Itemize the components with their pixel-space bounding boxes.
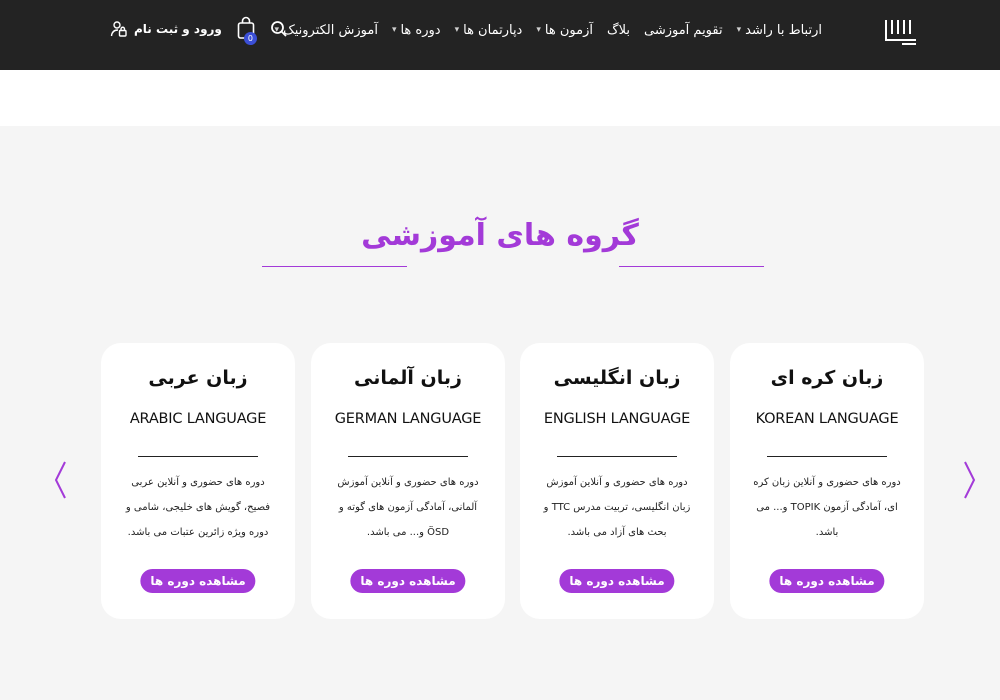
- nav-item-blog[interactable]: بلاگ: [607, 18, 630, 42]
- nav-item-calendar[interactable]: تقویم آموزشی: [644, 18, 723, 42]
- card-title: زبان آلمانی: [354, 367, 462, 389]
- chevron-right-icon[interactable]: [963, 460, 977, 500]
- nav-item-e-learning[interactable]: آموزش الکترونیک ▾: [275, 18, 378, 42]
- chevron-down-icon: ▾: [454, 25, 460, 35]
- header-actions: ورود و ثبت نام 0: [110, 16, 288, 45]
- card-divider: [348, 456, 468, 457]
- card-description: دوره های حضوری و آنلاین زبان کره ای، آما…: [753, 477, 901, 538]
- card-description: دوره های حضوری و آنلاین آموزش آلمانی، آم…: [337, 477, 479, 538]
- main-nav: آموزش الکترونیک ▾ دوره ها ▾ دپارتمان ها …: [275, 18, 822, 42]
- course-group-card-arabic: زبان عربی ARABIC LANGUAGE دوره های حضوری…: [101, 343, 295, 619]
- nav-item-contact[interactable]: ارتباط با راشد ▾: [737, 18, 822, 42]
- hero-strip: [0, 70, 1000, 126]
- card-subtitle: GERMAN LANGUAGE: [334, 411, 482, 427]
- chevron-down-icon: ▾: [736, 25, 742, 35]
- chevron-down-icon: ▾: [536, 25, 541, 35]
- chevron-left-icon[interactable]: [53, 460, 67, 500]
- view-courses-button[interactable]: مشاهده دوره ها: [559, 569, 675, 593]
- top-navbar: آموزش الکترونیک ▾ دوره ها ▾ دپارتمان ها …: [0, 0, 1000, 70]
- card-divider: [557, 456, 677, 457]
- title-divider-right: [619, 266, 764, 267]
- card-title: زبان عربی: [148, 367, 248, 389]
- view-courses-button[interactable]: مشاهده دوره ها: [350, 569, 466, 593]
- view-courses-button[interactable]: مشاهده دوره ها: [140, 569, 256, 593]
- card-divider: [138, 456, 258, 457]
- card-subtitle: ARABIC LANGUAGE: [129, 411, 267, 427]
- course-group-card-english: زبان انگلیسی ENGLISH LANGUAGE دوره های ح…: [520, 343, 714, 619]
- card-description: دوره های حضوری و آنلاین آموزش زبان انگلی…: [543, 477, 691, 538]
- nav-item-exams[interactable]: آزمون ها ▾: [536, 18, 593, 42]
- login-label: ورود و ثبت نام: [134, 22, 222, 36]
- title-divider-left: [262, 266, 407, 267]
- course-group-card-korean: زبان کره ای KOREAN LANGUAGE دوره های حضو…: [730, 343, 924, 619]
- cart-button[interactable]: 0: [236, 16, 257, 45]
- login-register-link[interactable]: ورود و ثبت نام: [110, 20, 222, 38]
- card-subtitle: KOREAN LANGUAGE: [755, 411, 899, 427]
- user-lock-icon: [110, 21, 127, 37]
- view-courses-button[interactable]: مشاهده دوره ها: [769, 569, 885, 593]
- card-divider: [767, 456, 887, 457]
- search-icon[interactable]: [270, 20, 288, 38]
- card-title: زبان انگلیسی: [553, 367, 681, 389]
- card-title: زبان کره ای: [770, 367, 884, 389]
- chevron-down-icon: ▾: [391, 25, 397, 35]
- course-group-card-german: زبان آلمانی GERMAN LANGUAGE دوره های حضو…: [311, 343, 505, 619]
- rashed-logo-icon[interactable]: [882, 14, 920, 52]
- nav-item-departments[interactable]: دپارتمان ها ▾: [455, 18, 523, 42]
- cart-count-badge: 0: [243, 32, 257, 45]
- card-description: دوره های حضوری و آنلاین عربی فصیح، گویش …: [125, 477, 271, 538]
- card-subtitle: ENGLISH LANGUAGE: [543, 411, 691, 427]
- nav-item-courses[interactable]: دوره ها ▾: [392, 18, 441, 42]
- section-title: گروه های آموزشی: [361, 218, 639, 253]
